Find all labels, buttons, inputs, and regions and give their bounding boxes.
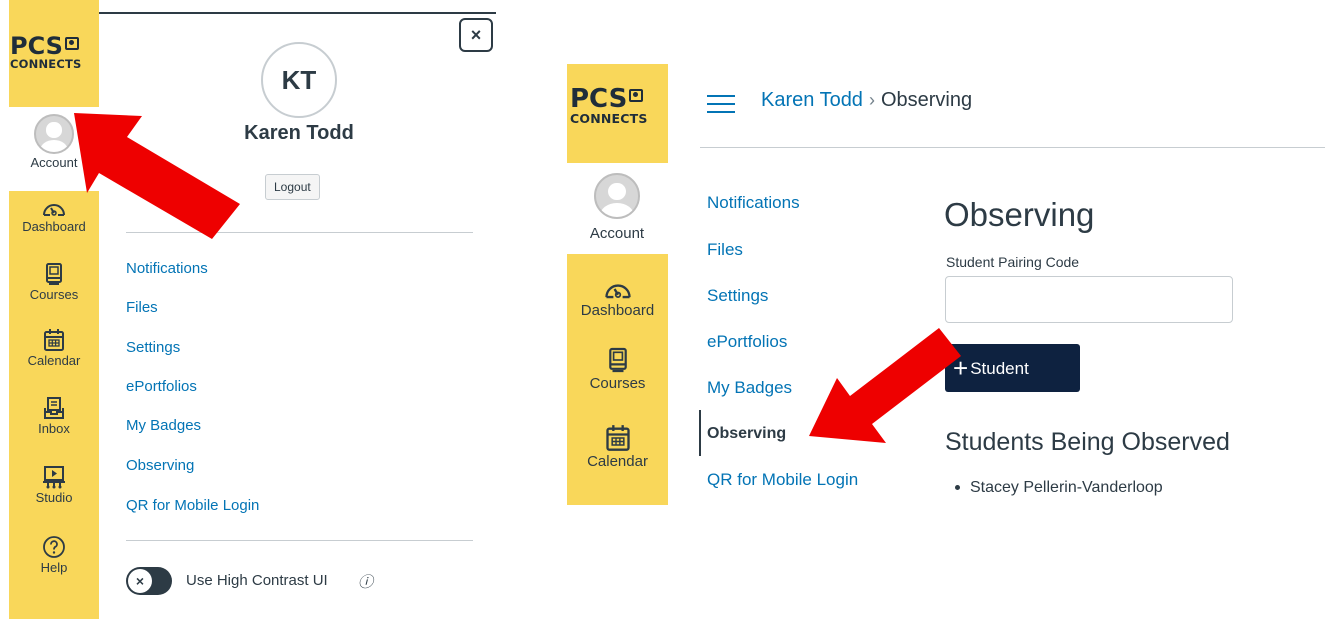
courses-icon (608, 347, 627, 373)
logout-button[interactable]: Logout (265, 174, 320, 200)
nav-item-courses[interactable]: Courses (567, 346, 668, 392)
close-tray-button[interactable]: × (459, 18, 493, 52)
nav-item-inbox[interactable]: Inbox (9, 396, 99, 436)
high-contrast-toggle[interactable]: × (126, 567, 172, 595)
nav-label-inbox: Inbox (38, 421, 70, 436)
tray-link-eportfolios[interactable]: ePortfolios (126, 378, 197, 395)
info-icon[interactable]: ⓘ (358, 571, 373, 592)
nav-label-calendar: Calendar (587, 453, 648, 470)
courses-icon (46, 263, 62, 285)
nav-item-studio[interactable]: Studio (9, 465, 99, 505)
monitor-logo-icon (629, 89, 644, 102)
pcs-connects-logo[interactable]: PCS CONNECTS (10, 34, 82, 71)
nav-label-studio: Studio (35, 490, 73, 505)
observed-student-item: Stacey Pellerin-Vanderloop (955, 479, 1163, 497)
nav-item-courses[interactable]: Courses (9, 262, 99, 302)
nav-label-dashboard: Dashboard (580, 302, 655, 319)
subnav-notifications[interactable]: Notifications (707, 193, 800, 213)
dashboard-icon (43, 204, 65, 216)
subnav-active-indicator (699, 410, 701, 456)
subnav-qr-mobile-login[interactable]: QR for Mobile Login (707, 470, 858, 490)
nav-item-calendar[interactable]: Calendar (9, 328, 99, 368)
user-initials-avatar: KT (261, 42, 337, 118)
toggle-off-icon: × (128, 569, 152, 593)
high-contrast-label: Use High Contrast UI (186, 572, 328, 589)
subnav-my-badges[interactable]: My Badges (707, 378, 792, 398)
observed-student-name: Stacey Pellerin-Vanderloop (970, 479, 1163, 496)
tray-link-files[interactable]: Files (126, 299, 158, 316)
tray-link-settings[interactable]: Settings (126, 339, 180, 356)
calendar-icon (605, 425, 630, 451)
nav-label-courses: Courses (29, 287, 79, 302)
pcs-connects-logo[interactable]: PCS CONNECTS (570, 86, 648, 126)
nav-label-account: Account (589, 225, 645, 242)
page-title: Observing (944, 196, 1095, 233)
inbox-icon (44, 397, 64, 419)
logo-text-top: PCS (10, 32, 63, 60)
breadcrumb-user-link[interactable]: Karen Todd (761, 89, 863, 111)
tray-top-border (99, 12, 496, 14)
subnav-settings[interactable]: Settings (707, 286, 768, 306)
nav-item-dashboard[interactable]: Dashboard (567, 277, 668, 319)
red-arrow-right (809, 328, 961, 443)
nav-item-account[interactable]: Account (572, 173, 662, 242)
breadcrumb-current: Observing (880, 89, 973, 111)
logo-text-bottom: CONNECTS (10, 57, 82, 71)
nav-item-calendar[interactable]: Calendar (567, 424, 668, 470)
red-arrow-left (74, 113, 240, 239)
pairing-code-label: Student Pairing Code (946, 254, 1080, 270)
nav-label-help: Help (40, 560, 68, 575)
calendar-icon (44, 329, 64, 351)
breadcrumb: Karen Todd › Observing (761, 89, 972, 112)
tray-link-notifications[interactable]: Notifications (126, 260, 208, 277)
nav-label-calendar: Calendar (27, 353, 81, 368)
monitor-logo-icon (64, 37, 79, 50)
logo-text-bottom: CONNECTS (570, 111, 648, 126)
subnav-eportfolios[interactable]: ePortfolios (707, 332, 787, 352)
breadcrumb-separator-icon: › (868, 90, 875, 110)
pairing-code-input[interactable] (945, 276, 1233, 323)
logo-text-top: PCS (570, 84, 628, 114)
studio-icon (43, 466, 65, 489)
bullet-icon (955, 485, 960, 491)
user-avatar-icon (594, 173, 640, 219)
tray-link-qr-mobile-login[interactable]: QR for Mobile Login (126, 497, 259, 514)
header-divider (700, 147, 1325, 148)
tray-divider-bottom (126, 540, 473, 541)
help-icon (43, 536, 65, 558)
close-icon: × (470, 25, 482, 45)
tray-link-observing[interactable]: Observing (126, 457, 194, 474)
nav-item-help[interactable]: Help (9, 535, 99, 575)
add-student-label: Student (970, 359, 1029, 378)
tray-link-my-badges[interactable]: My Badges (126, 417, 201, 434)
subnav-files[interactable]: Files (707, 240, 743, 260)
students-observed-heading: Students Being Observed (945, 428, 1230, 456)
subnav-observing[interactable]: Observing (707, 425, 786, 443)
hamburger-menu-icon[interactable] (707, 94, 735, 114)
nav-label-courses: Courses (589, 375, 646, 392)
dashboard-icon (604, 284, 631, 299)
